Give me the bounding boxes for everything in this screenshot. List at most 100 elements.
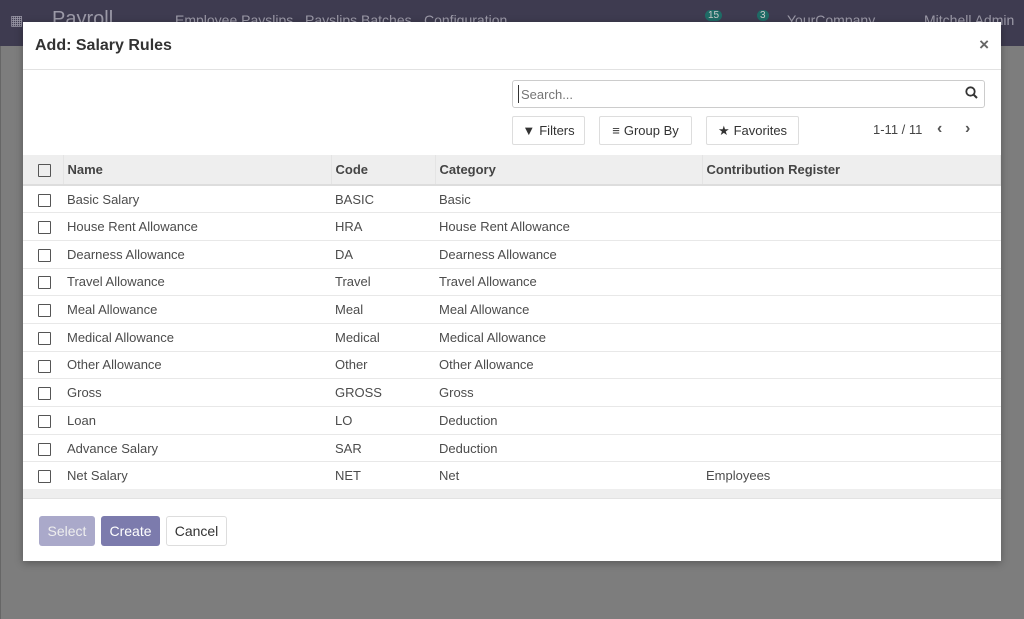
cell-category[interactable]: Dearness Allowance: [435, 240, 702, 269]
cell-contribution-register[interactable]: [702, 378, 1001, 407]
row-checkbox-cell[interactable]: [23, 378, 63, 407]
column-header-name[interactable]: Name: [63, 155, 332, 186]
search-input[interactable]: [518, 85, 958, 103]
row-checkbox[interactable]: [38, 387, 51, 401]
cell-contribution-register[interactable]: [702, 406, 1001, 435]
cell-category[interactable]: Gross: [435, 378, 702, 407]
row-checkbox-cell[interactable]: [23, 240, 63, 269]
cell-code[interactable]: SAR: [331, 434, 435, 463]
column-header-code[interactable]: Code: [331, 155, 436, 186]
create-button[interactable]: Create: [101, 516, 160, 546]
cell-code[interactable]: BASIC: [331, 185, 435, 214]
cell-name[interactable]: Loan: [63, 406, 331, 435]
row-checkbox[interactable]: [38, 359, 51, 373]
table-row[interactable]: Dearness Allowance DA Dearness Allowance: [23, 240, 1001, 269]
table-row[interactable]: Net Salary NET Net Employees: [23, 461, 1001, 491]
apps-menu-icon[interactable]: ▦: [10, 12, 23, 29]
chevron-left-icon[interactable]: ‹: [937, 120, 942, 138]
cell-name[interactable]: House Rent Allowance: [63, 212, 331, 241]
close-icon[interactable]: ×: [979, 35, 989, 55]
table-row[interactable]: Basic Salary BASIC Basic: [23, 185, 1001, 214]
table-row[interactable]: Medical Allowance Medical Medical Allowanc…: [23, 323, 1001, 352]
filters-button[interactable]: ▼ Filters: [512, 116, 585, 145]
row-checkbox-cell[interactable]: [23, 406, 63, 435]
cell-category[interactable]: Travel Allowance: [435, 268, 702, 297]
cell-category[interactable]: Medical Allowance: [435, 323, 702, 352]
cell-name[interactable]: Other Allowance: [63, 351, 331, 380]
cell-category[interactable]: House Rent Allowance: [435, 212, 702, 241]
cell-contribution-register[interactable]: Employees: [702, 461, 1001, 491]
row-checkbox[interactable]: [38, 221, 51, 235]
cell-contribution-register[interactable]: [702, 268, 1001, 297]
favorites-button[interactable]: ★ Favorites: [706, 116, 799, 145]
cell-code[interactable]: HRA: [331, 212, 435, 241]
cell-code[interactable]: Other: [331, 351, 435, 380]
cell-name[interactable]: Dearness Allowance: [63, 240, 331, 269]
cell-category[interactable]: Basic: [435, 185, 702, 214]
column-header-contribution-register[interactable]: Contribution Register: [702, 155, 1001, 186]
row-checkbox[interactable]: [38, 331, 51, 345]
cell-name[interactable]: Medical Allowance: [63, 323, 331, 352]
row-checkbox[interactable]: [38, 304, 51, 318]
cell-name[interactable]: Gross: [63, 378, 331, 407]
row-checkbox-cell[interactable]: [23, 351, 63, 380]
cell-name[interactable]: Basic Salary: [63, 185, 331, 214]
row-checkbox-cell[interactable]: [23, 434, 63, 463]
row-checkbox-cell[interactable]: [23, 185, 63, 214]
row-checkbox-cell[interactable]: [23, 461, 63, 491]
row-checkbox[interactable]: [38, 414, 51, 428]
table-row[interactable]: Gross GROSS Gross: [23, 378, 1001, 407]
cell-category[interactable]: Deduction: [435, 406, 702, 435]
cell-name[interactable]: Meal Allowance: [63, 295, 331, 324]
select-all-checkbox[interactable]: [38, 164, 51, 178]
select-button[interactable]: Select: [39, 516, 95, 546]
cell-code[interactable]: DA: [331, 240, 435, 269]
row-checkbox[interactable]: [38, 470, 51, 484]
table-row[interactable]: Other Allowance Other Other Allowance: [23, 351, 1001, 380]
cell-contribution-register[interactable]: [702, 295, 1001, 324]
table-row[interactable]: House Rent Allowance HRA House Rent Allowa…: [23, 212, 1001, 241]
row-checkbox-cell[interactable]: [23, 212, 63, 241]
search-icon[interactable]: [965, 86, 978, 102]
table-row[interactable]: Travel Allowance Travel Travel Allowance: [23, 268, 1001, 297]
row-checkbox[interactable]: [38, 276, 51, 290]
cell-code[interactable]: Travel: [331, 268, 435, 297]
cell-category[interactable]: Deduction: [435, 434, 702, 463]
cell-code[interactable]: LO: [331, 406, 435, 435]
chevron-right-icon[interactable]: ›: [965, 120, 970, 138]
cell-name[interactable]: Travel Allowance: [63, 268, 331, 297]
cell-category[interactable]: Net: [435, 461, 702, 491]
search-box: [512, 80, 985, 108]
cell-contribution-register[interactable]: [702, 351, 1001, 380]
cell-name[interactable]: Advance Salary: [63, 434, 331, 463]
row-checkbox-cell[interactable]: [23, 323, 63, 352]
cell-contribution-register[interactable]: [702, 240, 1001, 269]
row-checkbox[interactable]: [38, 248, 51, 262]
row-checkbox[interactable]: [38, 442, 51, 456]
cell-code[interactable]: Medical: [331, 323, 435, 352]
cancel-button[interactable]: Cancel: [166, 516, 227, 546]
group-by-button[interactable]: ≡ Group By: [599, 116, 692, 145]
table-row[interactable]: Loan LO Deduction: [23, 406, 1001, 435]
table-row[interactable]: Advance Salary SAR Deduction: [23, 434, 1001, 463]
add-salary-rules-dialog: Add: Salary Rules × ▼Filters ≡Group By ★…: [23, 22, 1001, 561]
row-checkbox[interactable]: [38, 193, 51, 207]
pager-value[interactable]: 1-11 / 11: [873, 122, 922, 137]
cell-contribution-register[interactable]: [702, 434, 1001, 463]
cell-category[interactable]: Meal Allowance: [435, 295, 702, 324]
cell-contribution-register[interactable]: [702, 185, 1001, 214]
cell-contribution-register[interactable]: [702, 212, 1001, 241]
cell-contribution-register[interactable]: [702, 323, 1001, 352]
cell-category[interactable]: Other Allowance: [435, 351, 702, 380]
cell-code[interactable]: Meal: [331, 295, 435, 324]
table-row[interactable]: Meal Allowance Meal Meal Allowance: [23, 295, 1001, 324]
cell-code[interactable]: NET: [331, 461, 435, 491]
row-checkbox-cell[interactable]: [23, 268, 63, 297]
messages-badge[interactable]: 3: [757, 10, 769, 21]
cell-name[interactable]: Net Salary: [63, 461, 331, 491]
column-header-category[interactable]: Category: [435, 155, 703, 186]
activity-badge[interactable]: 15: [705, 10, 723, 21]
select-all-checkbox-cell[interactable]: [23, 155, 64, 186]
cell-code[interactable]: GROSS: [331, 378, 435, 407]
row-checkbox-cell[interactable]: [23, 295, 63, 324]
